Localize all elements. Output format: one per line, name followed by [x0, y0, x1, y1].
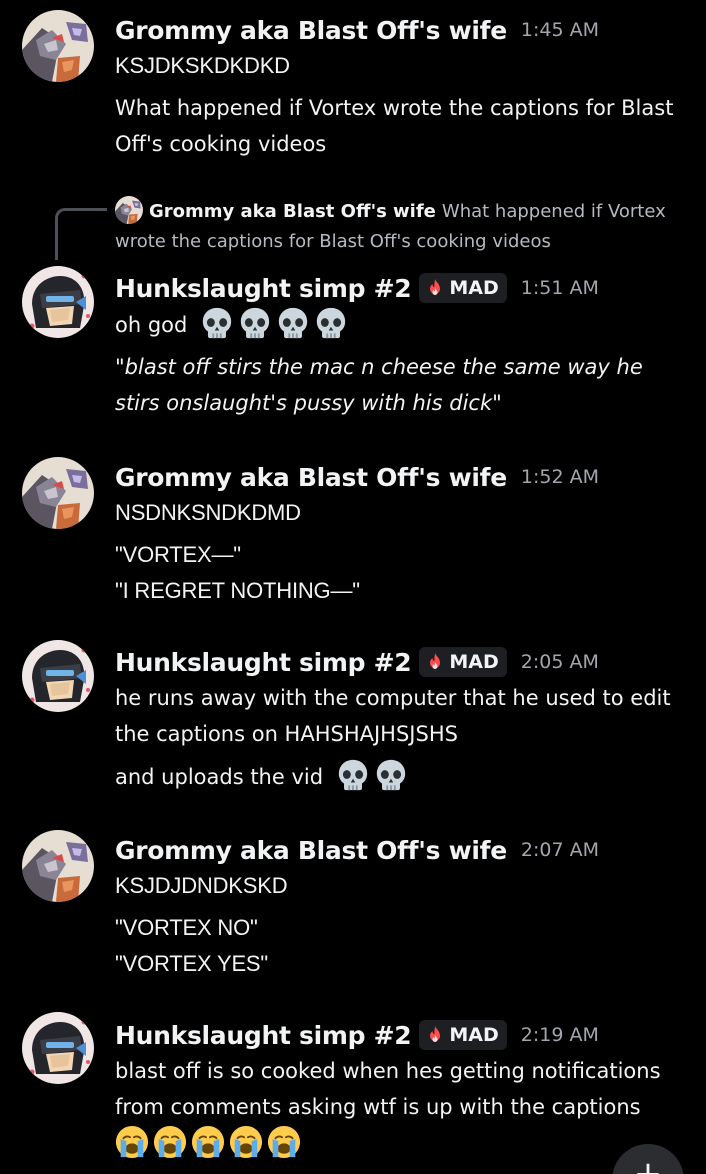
message-text: from comments asking wtf is up with the …	[115, 1095, 641, 1119]
message-header: Grommy aka Blast Off's wife 1:45 AM	[115, 12, 695, 48]
timestamp: 2:05 AM	[520, 651, 599, 673]
timestamp: 2:19 AM	[520, 1024, 599, 1046]
message-text: What happened if Vortex wrote the captio…	[115, 96, 674, 120]
message-header: Grommy aka Blast Off's wife 2:07 AM	[115, 832, 695, 868]
message-text: stirs onslaught's pussy with his dick"	[115, 391, 502, 415]
loudly-crying-emoji	[267, 1125, 301, 1159]
message-header: Grommy aka Blast Off's wife 1:52 AM	[115, 459, 695, 495]
message-text: oh god	[115, 306, 695, 343]
skull-emoji	[200, 306, 234, 340]
avatar[interactable]	[22, 830, 94, 902]
role-tag[interactable]: MAD	[419, 273, 507, 303]
role-tag-label: MAD	[449, 1024, 499, 1046]
flame-icon	[425, 1025, 445, 1045]
avatar[interactable]	[22, 266, 94, 338]
message-text: and uploads the vid	[115, 758, 695, 795]
message-text-content: and uploads the vid	[115, 765, 324, 789]
avatar[interactable]	[22, 640, 94, 712]
blast-off-avatar-icon	[22, 10, 94, 82]
masked-bot-avatar-icon	[22, 266, 94, 338]
message-text: Off's cooking videos	[115, 132, 327, 156]
message-text: the captions on HAHSHAJHSJSHS	[115, 722, 458, 746]
timestamp: 1:51 AM	[520, 277, 599, 299]
avatar[interactable]	[22, 457, 94, 529]
timestamp: 2:07 AM	[520, 839, 599, 861]
skull-emoji	[276, 306, 310, 340]
blast-off-avatar-icon	[22, 457, 94, 529]
role-tag-label: MAD	[449, 277, 499, 299]
message-text: KSJDKSKDKDKD	[115, 53, 290, 78]
skull-emoji	[336, 758, 370, 792]
message-header: Hunkslaught simp #2 MAD 2:05 AM	[115, 644, 695, 680]
avatar[interactable]	[22, 1012, 94, 1084]
reply-connector	[55, 208, 107, 260]
reply-text: What happened if Vortex	[441, 201, 666, 222]
masked-bot-avatar-icon	[22, 640, 94, 712]
loudly-crying-emoji	[115, 1125, 149, 1159]
username[interactable]: Grommy aka Blast Off's wife	[115, 463, 507, 492]
message-text: he runs away with the computer that he u…	[115, 686, 671, 710]
reply-text: wrote the captions for Blast Off's cooki…	[115, 231, 551, 252]
username[interactable]: Hunkslaught simp #2	[115, 1021, 412, 1050]
message-text: "blast off stirs the mac n cheese the sa…	[115, 355, 643, 379]
reply-preview[interactable]: Grommy aka Blast Off's wife What happened…	[115, 196, 695, 257]
reply-username: Grommy aka Blast Off's wife	[149, 201, 436, 222]
username[interactable]: Grommy aka Blast Off's wife	[115, 836, 507, 865]
username[interactable]: Hunkslaught simp #2	[115, 648, 412, 677]
message-text: "VORTEX—"	[115, 542, 241, 567]
reply-avatar	[115, 196, 143, 224]
message-text: "I REGRET NOTHING—"	[115, 578, 360, 603]
loudly-crying-emoji	[229, 1125, 263, 1159]
flame-icon	[425, 278, 445, 298]
message-text: KSJDJDNDKSKD	[115, 873, 288, 898]
role-tag[interactable]: MAD	[419, 647, 507, 677]
message-text: NSDNKSNDKDMD	[115, 500, 301, 525]
skull-emoji	[314, 306, 348, 340]
message-text: blast off is so cooked when hes getting …	[115, 1059, 661, 1083]
loudly-crying-emoji	[153, 1125, 187, 1159]
skull-emoji	[238, 306, 272, 340]
skull-emoji	[374, 758, 408, 792]
message-header: Hunkslaught simp #2 MAD 2:19 AM	[115, 1017, 695, 1053]
masked-bot-avatar-icon	[22, 1012, 94, 1084]
avatar[interactable]	[22, 10, 94, 82]
message-text-content: oh god	[115, 313, 188, 337]
message-header: Hunkslaught simp #2 MAD 1:51 AM	[115, 270, 695, 306]
message-text: "VORTEX YES"	[115, 951, 269, 976]
flame-icon	[425, 652, 445, 672]
role-tag-label: MAD	[449, 651, 499, 673]
username[interactable]: Grommy aka Blast Off's wife	[115, 16, 507, 45]
message-text: "VORTEX NO"	[115, 915, 258, 940]
loudly-crying-emoji	[191, 1125, 225, 1159]
username[interactable]: Hunkslaught simp #2	[115, 274, 412, 303]
blast-off-avatar-icon	[22, 830, 94, 902]
timestamp: 1:52 AM	[520, 466, 599, 488]
role-tag[interactable]: MAD	[419, 1020, 507, 1050]
emoji-row	[115, 1125, 695, 1165]
timestamp: 1:45 AM	[520, 19, 599, 41]
